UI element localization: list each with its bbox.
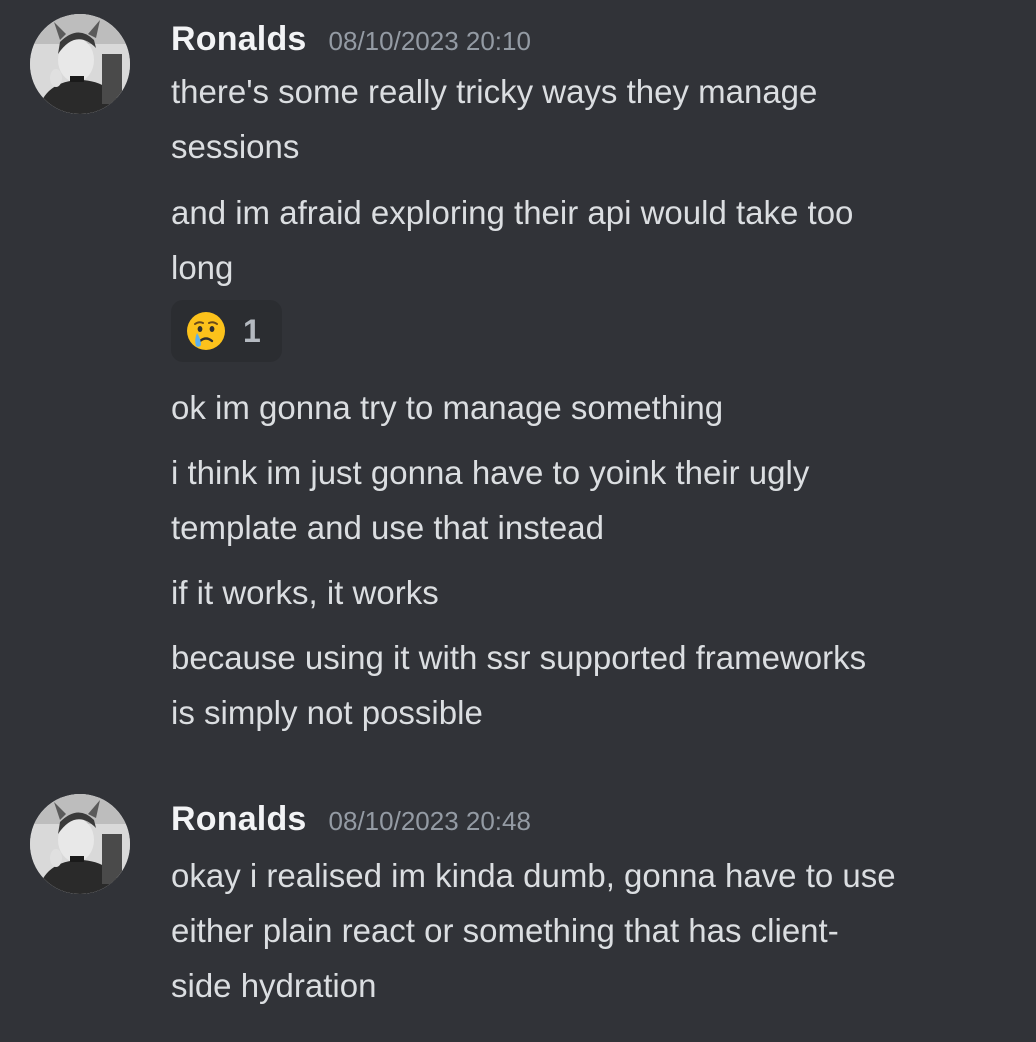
message-text: there's some really tricky ways they man…	[171, 73, 818, 110]
message-text: i think im just gonna have to yoink thei…	[171, 454, 810, 491]
crying-face-icon	[187, 312, 225, 350]
avatar-image	[30, 794, 130, 894]
message-text: is simply not possible	[171, 694, 483, 731]
reaction-button[interactable]: 1	[171, 300, 282, 362]
message-text: okay i realised im kinda dumb, gonna hav…	[171, 857, 896, 894]
message-text: and im afraid exploring their api would …	[171, 194, 854, 231]
timestamp[interactable]: 08/10/2023 20:10	[329, 26, 531, 57]
message-text: template and use that instead	[171, 509, 604, 546]
timestamp[interactable]: 08/10/2023 20:48	[329, 806, 531, 837]
message-text: ok im gonna try to manage something	[171, 389, 724, 426]
reaction-count: 1	[243, 312, 261, 349]
avatar[interactable]	[30, 14, 130, 114]
message-text: if it works, it works	[171, 574, 439, 611]
username[interactable]: Ronalds	[171, 800, 307, 839]
message-text: because using it with ssr supported fram…	[171, 639, 867, 676]
message-text: sessions	[171, 128, 300, 165]
message-text: side hydration	[171, 967, 377, 1004]
avatar-image	[30, 14, 130, 114]
message-header: Ronalds 08/10/2023 20:48	[171, 792, 531, 846]
message-text: long	[171, 249, 234, 286]
message-text: either plain react or something that has…	[171, 912, 839, 949]
chat-message-list: Ronalds 08/10/2023 20:10 there's some re…	[0, 0, 1036, 1042]
message-header: Ronalds 08/10/2023 20:10	[171, 12, 531, 66]
avatar[interactable]	[30, 794, 130, 894]
username[interactable]: Ronalds	[171, 20, 307, 59]
